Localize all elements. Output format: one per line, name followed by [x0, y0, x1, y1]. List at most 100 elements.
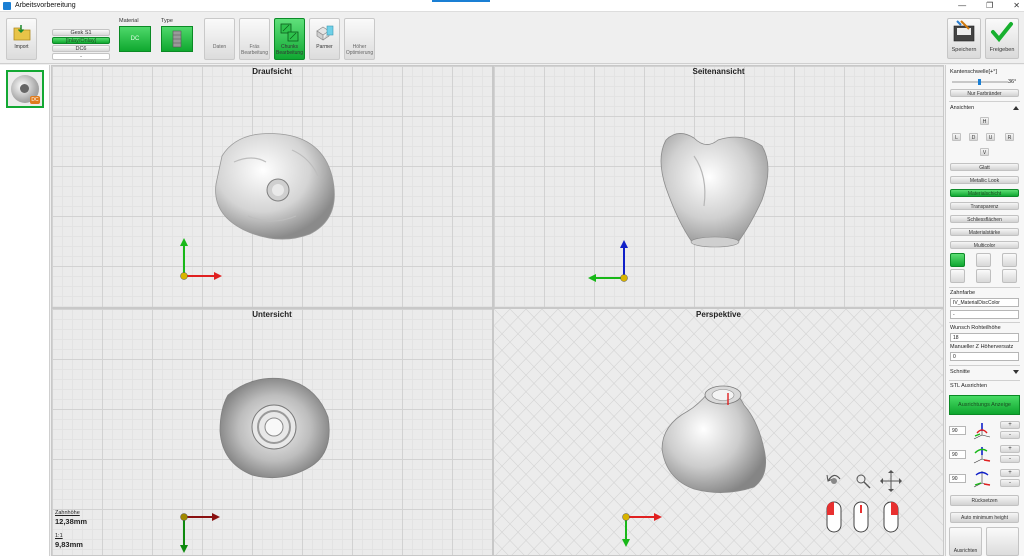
save-button[interactable]: Speichern	[947, 18, 981, 59]
axis-gizmo-top	[180, 238, 222, 280]
viewport-bottom[interactable]: Untersicht Zahnhöhe 12,38mm 1:1 9,83mm	[51, 308, 493, 556]
cube-shaded-icon[interactable]	[976, 253, 991, 267]
alignment-display-button[interactable]: Ausrichtungs Anzeige	[949, 395, 1020, 415]
raw-height-input[interactable]: 18	[950, 333, 1019, 342]
progress-indicator	[432, 0, 490, 2]
axis-gizmo-side	[588, 240, 628, 282]
view-right-button[interactable]: R	[1005, 133, 1014, 141]
viewport-side[interactable]: Seitenansicht	[493, 65, 944, 308]
line-item-2[interactable]: [Inlay/Onlay]	[52, 37, 110, 44]
viewport-perspective[interactable]: Perspektive	[493, 308, 944, 556]
height-optimize-button[interactable]: Höher Optimierung	[344, 18, 375, 60]
rotation-y-plus[interactable]: +	[1000, 445, 1020, 453]
edge-threshold-label: Kantenschwelle[+°]	[950, 69, 997, 75]
close-button[interactable]: ✕	[1013, 0, 1020, 12]
render-material-thickness-button[interactable]: Materialstärke	[950, 228, 1019, 236]
rotation-y-input[interactable]: 90	[949, 450, 966, 459]
rotation-x-plus[interactable]: +	[1000, 421, 1020, 429]
chunks-button[interactable]: Chunks Bearbeitung	[274, 18, 305, 60]
app-icon	[3, 1, 11, 10]
render-multicolor-button[interactable]: Multicolor	[950, 241, 1019, 249]
tooth-color-select[interactable]: IV_MaterialDiscColor	[950, 298, 1019, 307]
line-item-4[interactable]: -	[52, 53, 110, 60]
object-list-panel: DC	[0, 65, 50, 556]
window-title: Arbeitsvorbereitung	[15, 2, 76, 9]
rotation-z-plus[interactable]: +	[1000, 469, 1020, 477]
render-transparency-button[interactable]: Transparenz	[950, 202, 1019, 210]
rotation-y-minus[interactable]: -	[1000, 455, 1020, 463]
view-d-button[interactable]: D	[969, 133, 978, 141]
separator	[949, 322, 1020, 323]
color-edges-button[interactable]: Nur Farbränder	[950, 89, 1019, 97]
mouse-middle-icon	[853, 501, 869, 533]
render-metallic-button[interactable]: Metallic Look	[950, 176, 1019, 184]
object-badge: DC	[30, 96, 40, 104]
cube-view-icon[interactable]	[950, 253, 965, 267]
properties-panel: Kantenschwelle[+°] 36° Nur Farbränder An…	[945, 65, 1024, 556]
zoom-icon	[856, 474, 871, 489]
rotation-x-input[interactable]: 90	[949, 426, 966, 435]
view-top-button[interactable]: H	[980, 117, 989, 125]
width-value: 9,83mm	[55, 540, 83, 549]
mouse-controls-legend	[826, 470, 902, 533]
data-label: Daten	[212, 44, 227, 50]
object-thumbnail[interactable]: DC	[6, 70, 44, 108]
axis-gizmo-perspective	[622, 513, 662, 547]
rotate-z-icon	[973, 471, 991, 488]
render-material-layer-button[interactable]: Materialschicht	[950, 189, 1019, 197]
import-button[interactable]: Import	[6, 18, 37, 60]
separator	[949, 287, 1020, 288]
render-smooth-button[interactable]: Glatt	[950, 163, 1019, 171]
viewport-top[interactable]: Draufsicht	[51, 65, 493, 308]
job-line-list: Gesk S1 [Inlay/Onlay] DC6 -	[52, 29, 110, 61]
edge-threshold-slider[interactable]	[950, 78, 1010, 86]
save-icon	[953, 20, 975, 42]
z-offset-input[interactable]: 0	[950, 352, 1019, 361]
rotation-z-minus[interactable]: -	[1000, 479, 1020, 487]
render-closing-surfaces-button[interactable]: Schliessflächen	[950, 215, 1019, 223]
release-button[interactable]: Freigeben	[985, 18, 1019, 59]
gear-icon[interactable]	[976, 269, 991, 283]
raw-height-value: 18	[953, 335, 959, 341]
auto-min-height-button[interactable]: Auto minimum height	[950, 512, 1019, 523]
cube-wire-icon[interactable]	[1002, 253, 1017, 267]
height-value: 12,38mm	[55, 517, 88, 526]
tooth-color-secondary-select[interactable]: -	[950, 310, 1019, 319]
rotation-z-input[interactable]: 90	[949, 474, 966, 483]
tools-icon[interactable]	[950, 269, 965, 283]
type-button[interactable]	[161, 26, 193, 52]
collapse-down-icon[interactable]	[1012, 369, 1020, 375]
restore-button[interactable]: ❐	[986, 0, 993, 12]
separator	[949, 380, 1020, 381]
pan-icon	[880, 470, 902, 492]
width-measurement: 1:1 9,83mm	[55, 533, 83, 549]
reset-button[interactable]: Rücksetzen	[950, 495, 1019, 506]
tooth-color-label: Zahnfarbe	[950, 290, 976, 296]
mouse-right-icon	[883, 501, 899, 533]
dots-icon[interactable]	[1002, 269, 1017, 283]
material-group: Material DC	[119, 18, 151, 52]
line-item-1[interactable]: Gesk S1	[52, 29, 110, 36]
rotation-z-value: 90	[952, 476, 958, 482]
minimize-button[interactable]: —	[958, 0, 966, 12]
align-button[interactable]: Ausrichten	[949, 527, 982, 556]
layers-label: Schnitte	[950, 369, 970, 375]
alignment-display-label: Ausrichtungs Anzeige	[958, 402, 1011, 408]
type-group: Type	[161, 18, 193, 52]
view-u-button[interactable]: U	[986, 133, 995, 141]
secondary-action-button[interactable]	[986, 527, 1019, 556]
line-item-3[interactable]: DC6	[52, 45, 110, 52]
collapse-up-icon[interactable]	[1012, 105, 1020, 111]
parmer-button[interactable]: Parmer	[309, 18, 340, 60]
material-button[interactable]: DC	[119, 26, 151, 52]
milling-button[interactable]: Fräs Bearbeitung	[239, 18, 270, 60]
data-button[interactable]: Daten	[204, 18, 235, 60]
material-value: DC	[130, 36, 140, 42]
parmer-label: Parmer	[316, 44, 333, 50]
height-optimize-icon	[350, 23, 370, 43]
tooth-model-perspective	[661, 385, 767, 493]
release-label: Freigeben	[989, 47, 1015, 53]
view-left-button[interactable]: L	[952, 133, 961, 141]
rotation-x-minus[interactable]: -	[1000, 431, 1020, 439]
view-front-button[interactable]: V	[980, 148, 989, 156]
